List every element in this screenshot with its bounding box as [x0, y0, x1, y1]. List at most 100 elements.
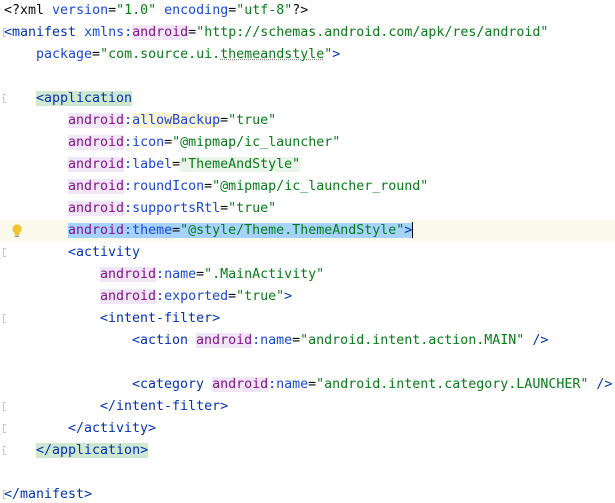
code-token: =: [92, 47, 101, 62]
code-line[interactable]: <?xml version="1.0" encoding="utf-8"?>: [0, 0, 615, 22]
code-line[interactable]: android:supportsRtl="true": [0, 198, 615, 220]
code-text: </application>: [36, 440, 149, 462]
code-token: package: [36, 47, 93, 62]
code-line[interactable]: <action android:name="android.intent.act…: [0, 330, 615, 352]
code-token: =: [308, 377, 317, 392]
code-token: ?>: [292, 3, 309, 18]
code-line[interactable]: [0, 462, 615, 484]
code-token: />: [588, 377, 613, 392]
code-text: android:label="ThemeAndStyle": [68, 154, 301, 176]
code-line[interactable]: [0, 352, 615, 374]
code-token: "@mipmap/ic_launcher": [172, 135, 341, 150]
code-token: <application: [36, 91, 133, 106]
code-token: "1.0": [116, 3, 157, 18]
code-token: "ThemeAndStyle": [180, 157, 301, 172]
code-text: <intent-filter>: [100, 308, 220, 330]
code-line[interactable]: android:icon="@mipmap/ic_launcher": [0, 132, 615, 154]
code-token: >: [404, 223, 413, 238]
code-token: "@mipmap/ic_launcher_round": [212, 179, 429, 194]
code-line[interactable]: <application: [0, 88, 615, 110]
code-text: </manifest>: [4, 484, 92, 503]
code-line[interactable]: android:theme="@style/Theme.ThemeAndStyl…: [0, 220, 615, 242]
fold-marker-icon[interactable]: [3, 424, 6, 433]
code-token: name: [276, 377, 309, 392]
text-cursor: [412, 222, 414, 238]
code-line[interactable]: <category android:name="android.intent.c…: [0, 374, 615, 396]
code-token: "android.intent.category.LAUNCHER": [316, 377, 589, 392]
code-line[interactable]: android:exported="true">: [0, 286, 615, 308]
code-token: android: [68, 135, 125, 150]
code-token: </application>: [36, 443, 149, 458]
code-line[interactable]: package="com.source.ui.themeandstyle">: [0, 44, 615, 66]
code-token: :: [124, 179, 133, 194]
code-token: android: [68, 157, 125, 172]
code-editor[interactable]: <?xml version="1.0" encoding="utf-8"?> <m…: [0, 0, 615, 503]
code-line[interactable]: <activity: [0, 242, 615, 264]
code-token: android: [132, 25, 189, 40]
code-token: android: [212, 377, 269, 392]
code-line[interactable]: [0, 66, 615, 88]
code-token: themeandstyle: [220, 47, 325, 62]
code-token: xmlns:: [84, 25, 133, 40]
code-token: <?: [4, 3, 21, 18]
code-token: xml: [20, 3, 53, 18]
code-token: <action: [132, 333, 197, 348]
code-token: name: [260, 333, 293, 348]
code-token: supportsRtl: [132, 201, 221, 216]
lightbulb-icon[interactable]: [10, 223, 24, 239]
code-token: <category: [132, 377, 213, 392]
code-line[interactable]: android:roundIcon="@mipmap/ic_launcher_r…: [0, 176, 615, 198]
code-token: "true": [228, 113, 277, 128]
code-token: =: [172, 157, 181, 172]
code-text: </activity>: [68, 418, 156, 440]
code-text: <?xml version="1.0" encoding="utf-8"?>: [4, 0, 308, 22]
code-line[interactable]: </application>: [0, 440, 615, 462]
code-token: ".MainActivity": [204, 267, 325, 282]
code-text: package="com.source.ui.themeandstyle">: [36, 44, 340, 66]
fold-marker-icon[interactable]: [3, 402, 6, 411]
code-token: android: [100, 267, 157, 282]
code-token: :: [268, 377, 277, 392]
code-token: android: [196, 333, 253, 348]
code-token: :: [124, 113, 133, 128]
code-line[interactable]: android:label="ThemeAndStyle": [0, 154, 615, 176]
fold-marker-icon[interactable]: [3, 446, 6, 455]
code-token: =: [204, 179, 213, 194]
code-token: :: [124, 135, 133, 150]
fold-marker-icon[interactable]: [3, 248, 6, 257]
code-token: exported: [164, 289, 229, 304]
code-token: :: [156, 289, 165, 304]
code-text: android:exported="true">: [100, 286, 292, 308]
fold-marker-icon[interactable]: [3, 314, 6, 323]
code-token: =: [228, 289, 237, 304]
code-text: <activity: [68, 242, 140, 264]
code-text: <action android:name="android.intent.act…: [132, 330, 548, 352]
code-line[interactable]: <intent-filter>: [0, 308, 615, 330]
code-line[interactable]: </intent-filter>: [0, 396, 615, 418]
code-line[interactable]: </manifest>: [0, 484, 615, 503]
code-token: android: [68, 113, 125, 128]
code-line[interactable]: android:allowBackup="true": [0, 110, 615, 132]
code-token: manifest: [12, 25, 77, 40]
code-token: </intent-filter>: [100, 399, 229, 414]
code-token: label: [132, 157, 173, 172]
code-token: "http://schemas.android.com/apk/res/andr…: [196, 25, 549, 40]
code-text: <application: [36, 88, 133, 110]
code-token: :: [124, 157, 133, 172]
code-token: <: [4, 25, 13, 40]
code-token: android: [68, 179, 125, 194]
code-token: "android.intent.action.MAIN": [300, 333, 525, 348]
code-text: <manifest xmlns:android="http://schemas.…: [4, 22, 548, 44]
fold-marker-icon[interactable]: [3, 94, 6, 103]
code-text: <category android:name="android.intent.c…: [132, 374, 612, 396]
code-line[interactable]: android:name=".MainActivity": [0, 264, 615, 286]
code-line[interactable]: </activity>: [0, 418, 615, 440]
code-token: :: [124, 201, 133, 216]
code-token: roundIcon: [132, 179, 205, 194]
code-line[interactable]: <manifest xmlns:android="http://schemas.…: [0, 22, 615, 44]
code-token: name: [164, 267, 197, 282]
code-token: >: [212, 311, 221, 326]
code-token: "utf-8": [236, 3, 293, 18]
code-token: =: [188, 25, 197, 40]
